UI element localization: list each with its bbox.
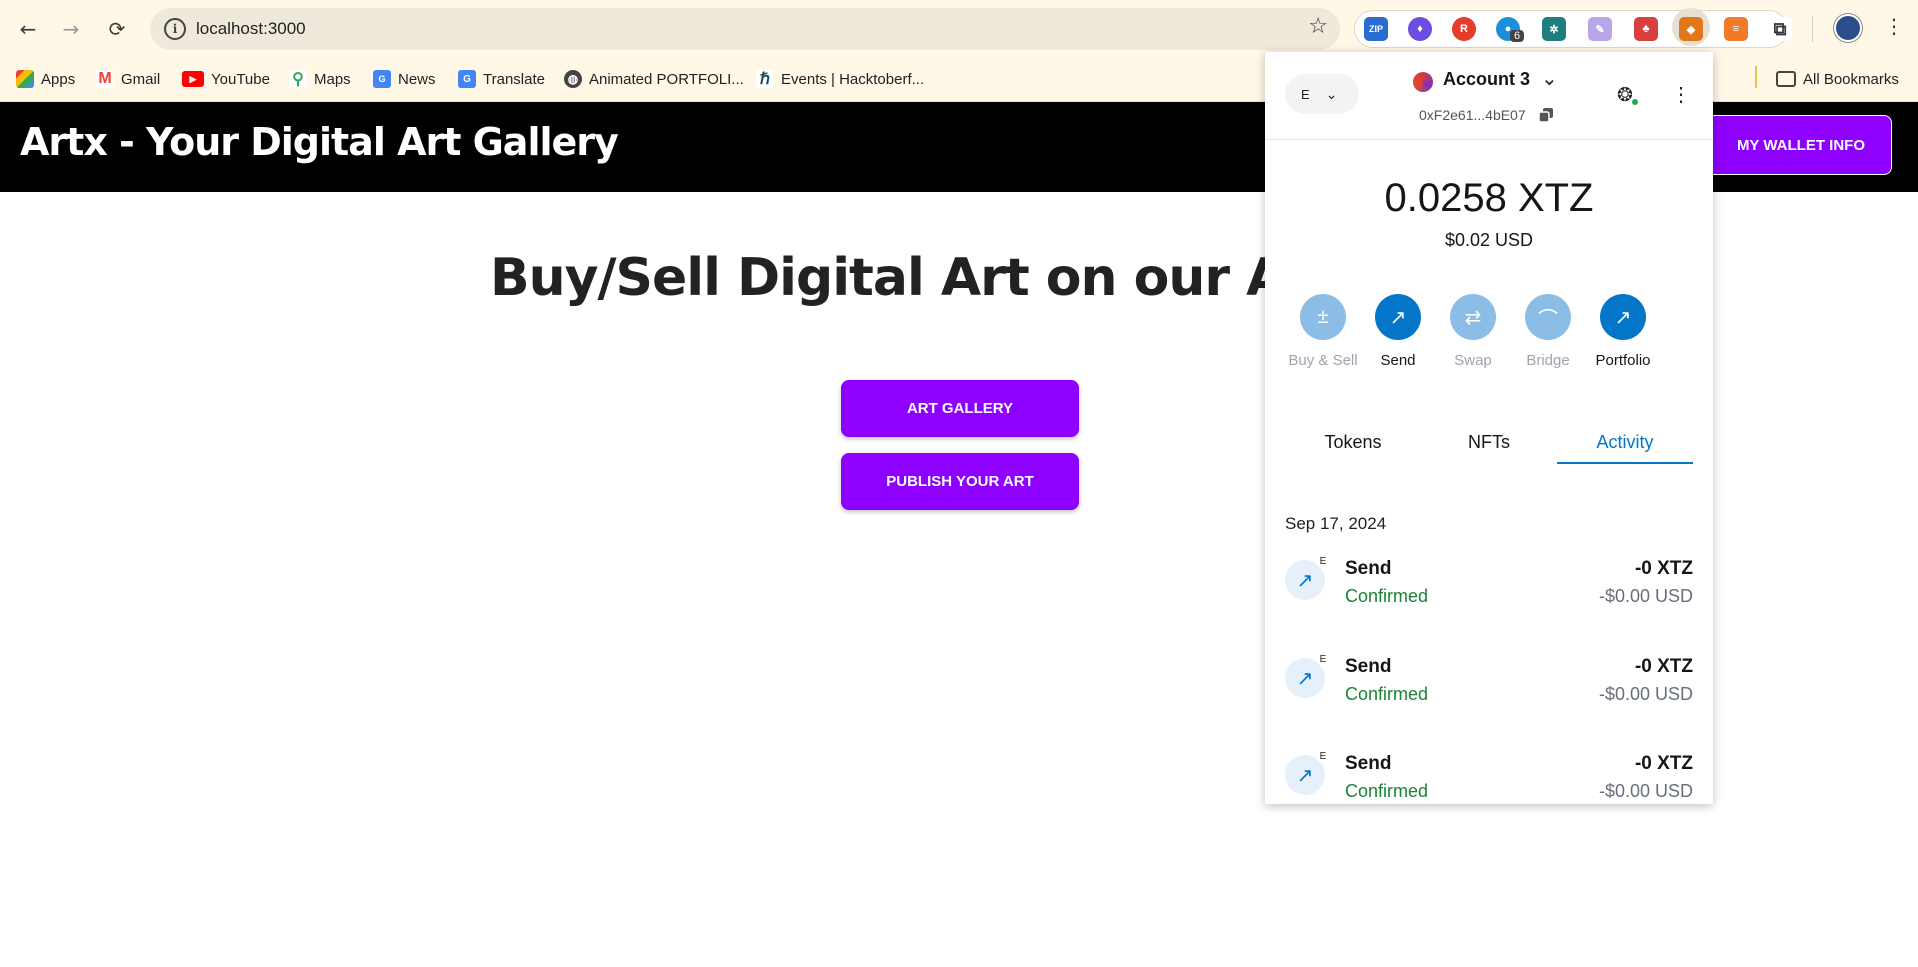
account-avatar[interactable] <box>1413 72 1433 92</box>
all-bookmarks-button[interactable]: All Bookmarks <box>1776 66 1899 92</box>
network-badge: E <box>1316 749 1330 763</box>
wallet-menu-icon[interactable]: ⋮ <box>1671 82 1691 107</box>
r-extension-icon[interactable]: R <box>1452 17 1476 41</box>
activity-usd: -$0.00 USD <box>1598 586 1693 606</box>
activity-status: Confirmed <box>1345 684 1429 704</box>
bookmark-youtube[interactable]: ▶ YouTube <box>182 66 270 92</box>
popup-header: E ⌄ Account 3 ⌄ 0xF2e61...4bE07 ❂ ⋮ <box>1265 52 1713 140</box>
account-chevron-icon[interactable]: ⌄ <box>1541 66 1558 91</box>
all-bookmarks-label: All Bookmarks <box>1803 70 1899 88</box>
tree-extension-icon[interactable]: ✲ <box>1542 17 1566 41</box>
activity-title: Send <box>1345 753 1392 774</box>
activity-row[interactable]: ↗ E Send Confirmed -0 XTZ -$0.00 USD <box>1285 652 1693 716</box>
publish-art-button[interactable]: PUBLISH YOUR ART <box>841 453 1079 510</box>
wallet-tabs: Tokens NFTs Activity <box>1285 422 1693 464</box>
tab-nfts[interactable]: NFTs <box>1421 422 1557 464</box>
network-picker[interactable]: E ⌄ <box>1285 74 1359 114</box>
globe-icon: ◍ <box>564 70 582 88</box>
network-badge: E <box>1316 554 1330 568</box>
activity-amount: -0 XTZ <box>1634 753 1693 774</box>
address-bar[interactable]: i localhost:3000 ☆ <box>150 8 1340 50</box>
bookmark-star-icon[interactable]: ☆ <box>1308 14 1328 39</box>
puzzle-extensions-icon[interactable]: ⧉ <box>1768 17 1792 41</box>
bookmark-label: Gmail <box>121 70 161 88</box>
bookmark-portfolio[interactable]: ◍ Animated PORTFOLI... <box>564 66 744 92</box>
activity-status: Confirmed <box>1345 586 1429 606</box>
extension-count-badge: 6 <box>1510 30 1525 42</box>
bookmark-news[interactable]: G News <box>373 66 436 92</box>
activity-title: Send <box>1345 558 1392 579</box>
bookmark-label: YouTube <box>211 70 270 88</box>
translate-icon: G <box>458 70 476 88</box>
toolbar-divider <box>1812 16 1813 42</box>
metamask-popup: E ⌄ Account 3 ⌄ 0xF2e61...4bE07 ❂ ⋮ 0.02… <box>1265 52 1713 804</box>
bookmark-label: Events | Hacktoberf... <box>781 70 925 88</box>
news-icon: G <box>373 70 391 88</box>
network-label: E <box>1301 86 1310 102</box>
profile-avatar[interactable] <box>1834 14 1862 42</box>
tab-tokens[interactable]: Tokens <box>1285 422 1421 464</box>
site-title: Artx - Your Digital Art Gallery <box>20 120 619 164</box>
swap-arrows-icon: ⇄ <box>1450 294 1496 340</box>
site-info-icon[interactable]: i <box>164 18 186 40</box>
connection-status-dot <box>1631 98 1639 106</box>
hero-heading: Buy/Sell Digital Art on our Art Gallery <box>490 248 1265 308</box>
hacktoberfest-icon: ℏ <box>756 70 774 88</box>
bookmark-label: Translate <box>483 70 545 88</box>
bookmark-translate[interactable]: G Translate <box>458 66 545 92</box>
browser-toolbar: ← → ⟳ i localhost:3000 ☆ ZIP ♦ R ● 6 ✲ ✎… <box>0 0 1918 58</box>
activity-row[interactable]: ↗ E Send Confirmed -0 XTZ -$0.00 USD <box>1285 749 1693 804</box>
activity-status: Confirmed <box>1345 781 1429 801</box>
network-badge: E <box>1316 652 1330 666</box>
activity-date: Sep 17, 2024 <box>1285 514 1387 533</box>
chevron-down-icon: ⌄ <box>1325 85 1338 102</box>
copy-icon[interactable] <box>1539 108 1553 122</box>
activity-usd: -$0.00 USD <box>1598 684 1693 704</box>
plus-minus-icon: ± <box>1300 294 1346 340</box>
back-arrow-icon[interactable]: ← <box>13 14 43 44</box>
forward-arrow-icon[interactable]: → <box>56 14 86 44</box>
bookmarks-separator <box>1755 66 1757 88</box>
maps-icon: ⚲ <box>289 70 307 88</box>
game-extension-icon[interactable]: ♣ <box>1634 17 1658 41</box>
url-text[interactable]: localhost:3000 <box>196 19 306 39</box>
apps-grid-icon <box>16 70 34 88</box>
tab-activity[interactable]: Activity <box>1557 422 1693 464</box>
account-name[interactable]: Account 3 <box>1443 69 1530 90</box>
bookmark-label: Maps <box>314 70 351 88</box>
bridge-icon: ⌒ <box>1525 294 1571 340</box>
flame-extension-icon[interactable]: ♦ <box>1408 17 1432 41</box>
activity-title: Send <box>1345 656 1392 677</box>
browser-menu-icon[interactable]: ⋮ <box>1884 14 1904 38</box>
action-label: Portfolio <box>1595 352 1651 369</box>
chart-line-icon: ↗ <box>1600 294 1646 340</box>
metamask-fox-icon[interactable]: ◆ <box>1679 17 1703 41</box>
reload-icon[interactable]: ⟳ <box>102 14 132 44</box>
bookmark-gmail[interactable]: M Gmail <box>96 66 160 92</box>
portfolio-action[interactable]: ↗ Portfolio <box>1578 294 1668 369</box>
notes-extension-icon[interactable]: ≡ <box>1724 17 1748 41</box>
bookmark-hacktoberfest[interactable]: ℏ Events | Hacktoberf... <box>756 66 924 92</box>
zip-extension-icon[interactable]: ZIP <box>1364 17 1388 41</box>
art-gallery-button[interactable]: ART GALLERY <box>841 380 1079 437</box>
bookmark-label: Animated PORTFOLI... <box>589 70 744 88</box>
bookmark-label: News <box>398 70 436 88</box>
balance-amount: 0.0258 XTZ <box>1384 176 1594 220</box>
folder-icon <box>1776 71 1796 87</box>
gmail-icon: M <box>96 70 114 88</box>
activity-amount: -0 XTZ <box>1634 558 1693 579</box>
activity-amount: -0 XTZ <box>1634 656 1693 677</box>
arrow-up-right-icon: ↗ <box>1375 294 1421 340</box>
activity-row[interactable]: ↗ E Send Confirmed -0 XTZ -$0.00 USD <box>1285 554 1693 618</box>
pen-extension-icon[interactable]: ✎ <box>1588 17 1612 41</box>
bookmark-maps[interactable]: ⚲ Maps <box>289 66 351 92</box>
youtube-icon: ▶ <box>182 71 204 87</box>
bookmark-apps[interactable]: Apps <box>16 66 75 92</box>
account-address[interactable]: 0xF2e61...4bE07 <box>1419 107 1526 123</box>
balance-usd: $0.02 USD <box>1444 230 1534 250</box>
activity-usd: -$0.00 USD <box>1598 781 1693 801</box>
bookmark-label: Apps <box>41 70 76 88</box>
